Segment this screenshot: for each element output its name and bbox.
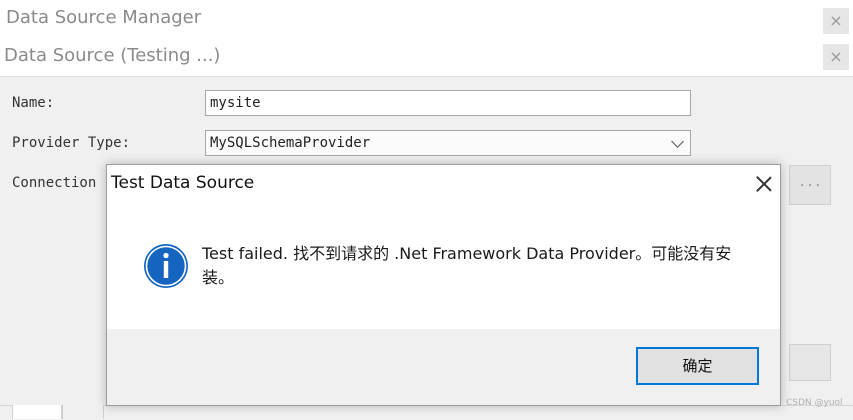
connection-browse-button[interactable]: ... — [789, 165, 831, 205]
inner-window-close-button[interactable]: × — [823, 44, 849, 70]
bottom-strip — [0, 405, 853, 420]
dialog-title: Test Data Source — [111, 173, 255, 193]
ok-button[interactable]: 确定 — [636, 347, 759, 385]
info-icon — [144, 244, 188, 288]
name-label: Name: — [12, 95, 55, 111]
outer-window-titlebar: Data Source Manager × — [0, 0, 853, 39]
test-data-source-dialog: Test Data Source Test failed. 找不到请求的 .Ne… — [106, 164, 781, 406]
provider-type-value: MySQLSchemaProvider — [210, 135, 371, 151]
connection-label: Connection — [12, 175, 97, 191]
dialog-message: Test failed. 找不到请求的 .Net Framework Data … — [202, 244, 732, 287]
name-input[interactable]: mysite — [205, 90, 691, 116]
bottom-cell — [12, 405, 62, 419]
dialog-footer: 确定 — [107, 329, 780, 405]
outer-window-close-button[interactable]: × — [823, 8, 849, 34]
watermark: CSDN @yuol — [786, 398, 843, 408]
outer-window-title: Data Source Manager — [6, 7, 202, 28]
provider-type-label: Provider Type: — [12, 135, 131, 151]
provider-type-select[interactable]: MySQLSchemaProvider — [205, 130, 691, 156]
close-icon[interactable] — [753, 173, 775, 195]
inner-window-title: Data Source (Testing ...) — [4, 45, 221, 66]
background-button[interactable] — [789, 344, 831, 381]
bottom-cell — [62, 405, 104, 419]
inner-window-titlebar: Data Source (Testing ...) × — [0, 38, 853, 77]
chevron-down-icon — [671, 135, 684, 148]
